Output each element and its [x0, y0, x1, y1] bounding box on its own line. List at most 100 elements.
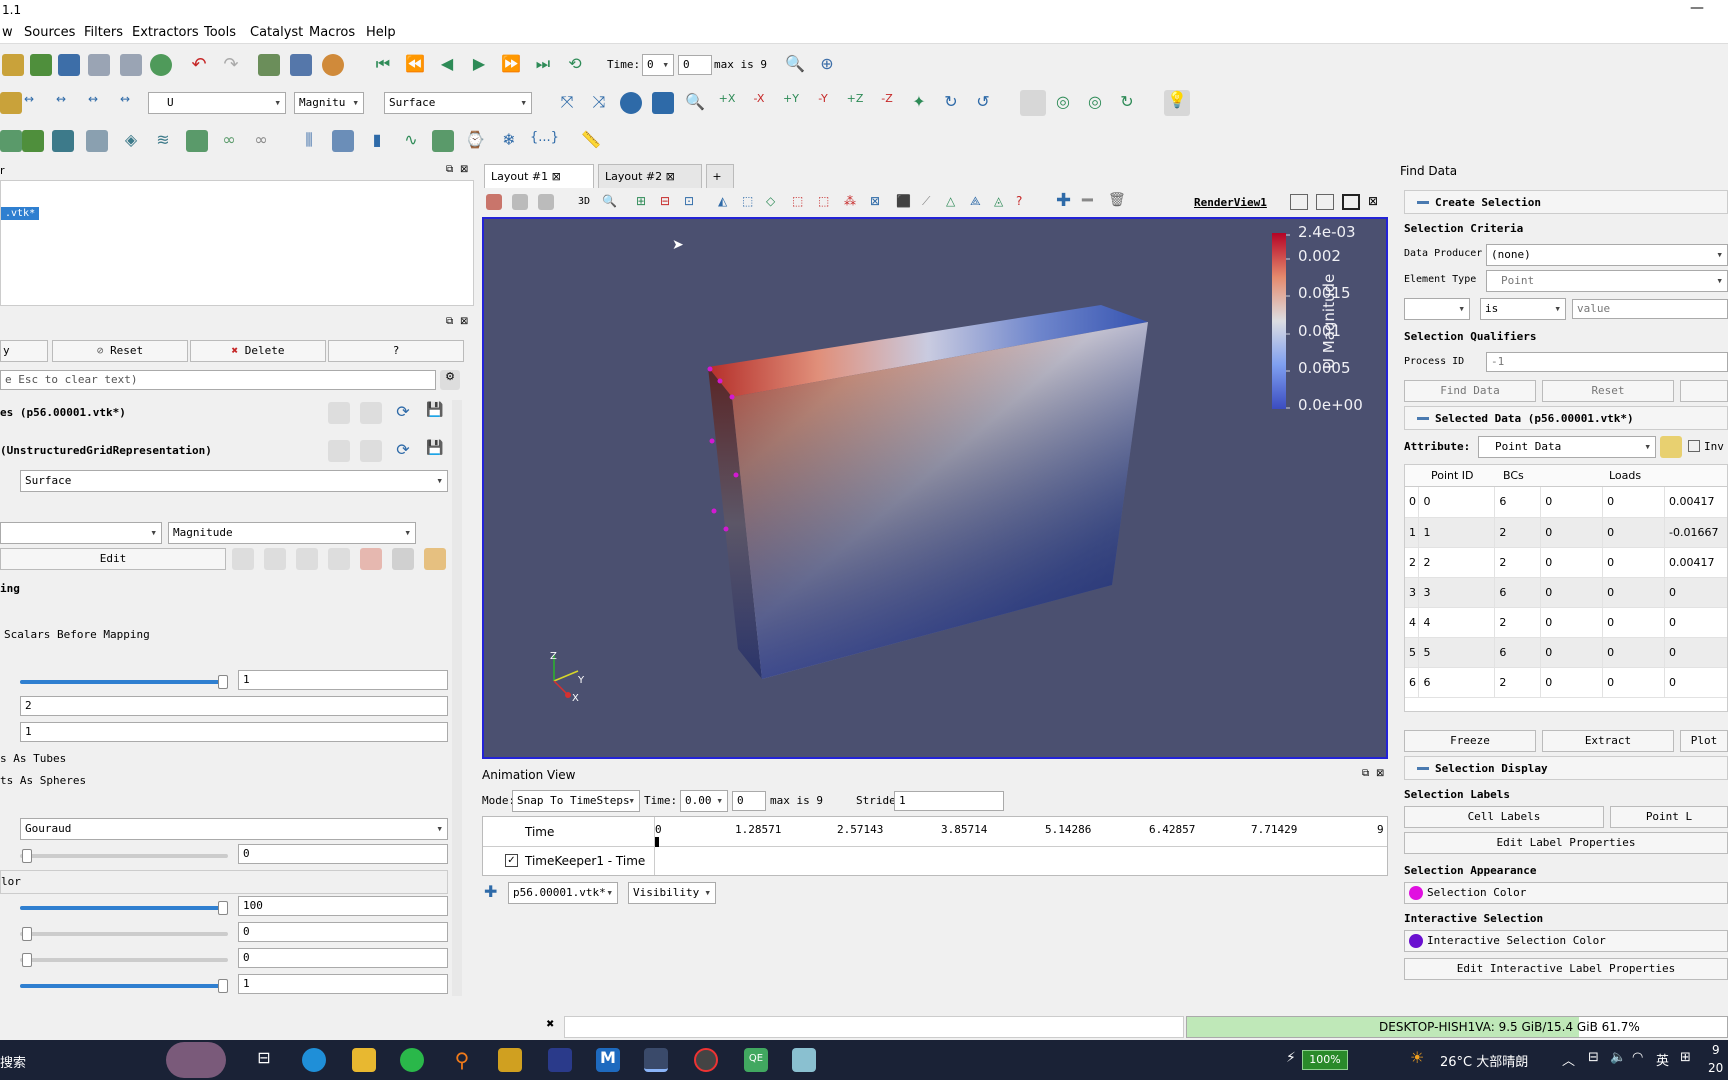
slider-e[interactable]: [20, 979, 228, 993]
cell-load-b[interactable]: 0: [1602, 547, 1665, 578]
trash-icon[interactable]: 🗑: [1108, 192, 1126, 208]
paste-icon[interactable]: [360, 402, 382, 424]
coloring-array-combo[interactable]: [0, 522, 162, 544]
stream-tracer-filter-icon[interactable]: ∞: [218, 130, 240, 152]
reload-icon[interactable]: ⟳: [392, 440, 414, 462]
render-canvas[interactable]: [484, 219, 1388, 759]
select-polygon-icon[interactable]: ⬚: [792, 194, 803, 208]
play-icon[interactable]: ▶: [468, 54, 490, 76]
cell-load-a[interactable]: 0: [1540, 547, 1604, 578]
cell-bcs[interactable]: 6: [1494, 487, 1542, 518]
slider-knob[interactable]: [22, 849, 32, 863]
select-surface-cells-icon[interactable]: ◭: [718, 194, 727, 208]
criteria-operator-select[interactable]: is: [1480, 298, 1566, 320]
cell-point-id[interactable]: 3: [1418, 577, 1496, 608]
selection-display-section[interactable]: Selection Display: [1404, 756, 1728, 780]
network-icon[interactable]: ⊟: [1588, 1050, 1599, 1065]
clock-time[interactable]: 9: [1712, 1043, 1720, 1057]
ruler-icon[interactable]: 📏: [580, 130, 602, 152]
cell-load-a[interactable]: 0: [1540, 607, 1604, 638]
task-view-icon[interactable]: ⊟: [252, 1048, 276, 1072]
extract-subset-filter-icon[interactable]: ≋: [152, 130, 174, 152]
volume-icon[interactable]: 🔈: [1610, 1050, 1626, 1065]
slider-1-value[interactable]: 1: [238, 670, 448, 690]
cell-load-a[interactable]: 0: [1540, 487, 1604, 518]
wechat-icon[interactable]: [400, 1048, 424, 1072]
cell-load-c[interactable]: 0: [1664, 667, 1727, 698]
attribute-select[interactable]: Point Data: [1478, 436, 1656, 458]
rescale-temporal-icon[interactable]: [328, 548, 350, 570]
track-source-select[interactable]: p56.00001.vtk*: [508, 882, 618, 904]
renderview-name[interactable]: RenderView1: [1194, 196, 1267, 209]
paste-icon[interactable]: [360, 440, 382, 462]
float-icon[interactable]: ⧉: [446, 316, 453, 327]
reset-camera-icon[interactable]: ⤧: [556, 92, 578, 114]
field-3[interactable]: 1: [20, 722, 448, 742]
col-bcs[interactable]: BCs: [1503, 469, 1524, 482]
row-index[interactable]: 6: [1405, 667, 1420, 698]
save-icon[interactable]: 💾: [424, 440, 446, 462]
set-view-plus-z-icon[interactable]: +Z: [844, 92, 866, 114]
cell-point-id[interactable]: 2: [1418, 547, 1496, 578]
power-icon[interactable]: ⚡: [1286, 1050, 1296, 1066]
matlab-icon[interactable]: M: [596, 1048, 620, 1072]
wifi-icon[interactable]: ◠: [1632, 1050, 1643, 1065]
search-app-icon[interactable]: ⚲: [450, 1048, 474, 1072]
toggle-columns-icon[interactable]: [1660, 436, 1682, 458]
apply-button[interactable]: y: [0, 340, 48, 362]
row-index[interactable]: 2: [1405, 547, 1420, 578]
close-icon[interactable]: ⊠: [1376, 768, 1384, 779]
representation-combo[interactable]: Surface: [20, 470, 448, 492]
pipeline-item[interactable]: .vtk*: [1, 207, 40, 220]
cell-load-c[interactable]: 0: [1664, 637, 1727, 668]
add-selection-icon[interactable]: ✚: [1056, 190, 1071, 211]
hover-points-icon[interactable]: ⁂: [844, 194, 856, 208]
slider-e-value[interactable]: 1: [238, 974, 448, 994]
timekeeper-checkbox[interactable]: ✓: [505, 854, 518, 867]
maximize-icon[interactable]: [1342, 194, 1360, 210]
cell-point-id[interactable]: 1: [1418, 517, 1496, 548]
light-icon[interactable]: 💡: [1164, 90, 1190, 116]
copy-icon[interactable]: [328, 402, 350, 424]
slider-knob[interactable]: [22, 927, 32, 941]
isometric-view-icon[interactable]: ✦: [908, 92, 930, 114]
table-row[interactable]: 556000: [1405, 637, 1727, 668]
float-icon[interactable]: ⧉: [1362, 768, 1369, 779]
data-producer-select[interactable]: (none): [1486, 244, 1728, 266]
anim-time-index[interactable]: 0: [732, 791, 766, 811]
close-icon[interactable]: ⊠: [1368, 194, 1378, 208]
menu-filters[interactable]: Filters: [84, 25, 123, 40]
ime-mode-icon[interactable]: ⊞: [1680, 1050, 1691, 1065]
reload-icon[interactable]: ⟳: [392, 402, 414, 424]
criteria-field-select[interactable]: [1404, 298, 1470, 320]
redo-icon[interactable]: ↷: [220, 54, 242, 76]
rescale-custom-icon[interactable]: ↔: [50, 92, 72, 114]
find-data-icon[interactable]: ◬: [994, 194, 1003, 208]
select-cells-icon[interactable]: ⊞: [636, 194, 646, 208]
help-button[interactable]: ?: [328, 340, 464, 362]
field-2[interactable]: 2: [20, 696, 448, 716]
slider-knob[interactable]: [22, 953, 32, 967]
select-surface-points-icon[interactable]: ⬚: [742, 194, 753, 208]
interactive-selection-color-button[interactable]: Interactive Selection Color: [1404, 930, 1728, 952]
close-icon[interactable]: ⊠: [460, 164, 468, 175]
undo-icon[interactable]: ↶: [188, 54, 210, 76]
find-data-button[interactable]: Find Data: [1404, 380, 1536, 402]
clock-date[interactable]: 20: [1708, 1061, 1723, 1075]
gear-icon[interactable]: ⚙: [440, 370, 460, 390]
table-row[interactable]: 0 0 6 0 0 0.00417: [1405, 487, 1727, 518]
slider-a-value[interactable]: 0: [238, 844, 448, 864]
add-track-icon[interactable]: ✚: [484, 882, 497, 901]
reset-button[interactable]: ⊘ Reset: [52, 340, 188, 362]
plot-selection-icon[interactable]: ⟁: [970, 194, 981, 209]
cell-load-a[interactable]: 0: [1540, 577, 1604, 608]
edit-label-properties-button[interactable]: Edit Label Properties: [1404, 832, 1728, 854]
col-loads[interactable]: Loads: [1609, 469, 1641, 482]
slider-c[interactable]: [20, 927, 228, 941]
rescale-temporal-icon[interactable]: ↔: [114, 92, 136, 114]
menu-extractors[interactable]: Extractors: [132, 25, 199, 40]
anim-time-select[interactable]: 0.00: [680, 790, 728, 812]
point-labels-button[interactable]: Point L: [1610, 806, 1728, 828]
cell-load-b[interactable]: 0: [1602, 517, 1665, 548]
camera-redo-icon[interactable]: [290, 54, 312, 76]
